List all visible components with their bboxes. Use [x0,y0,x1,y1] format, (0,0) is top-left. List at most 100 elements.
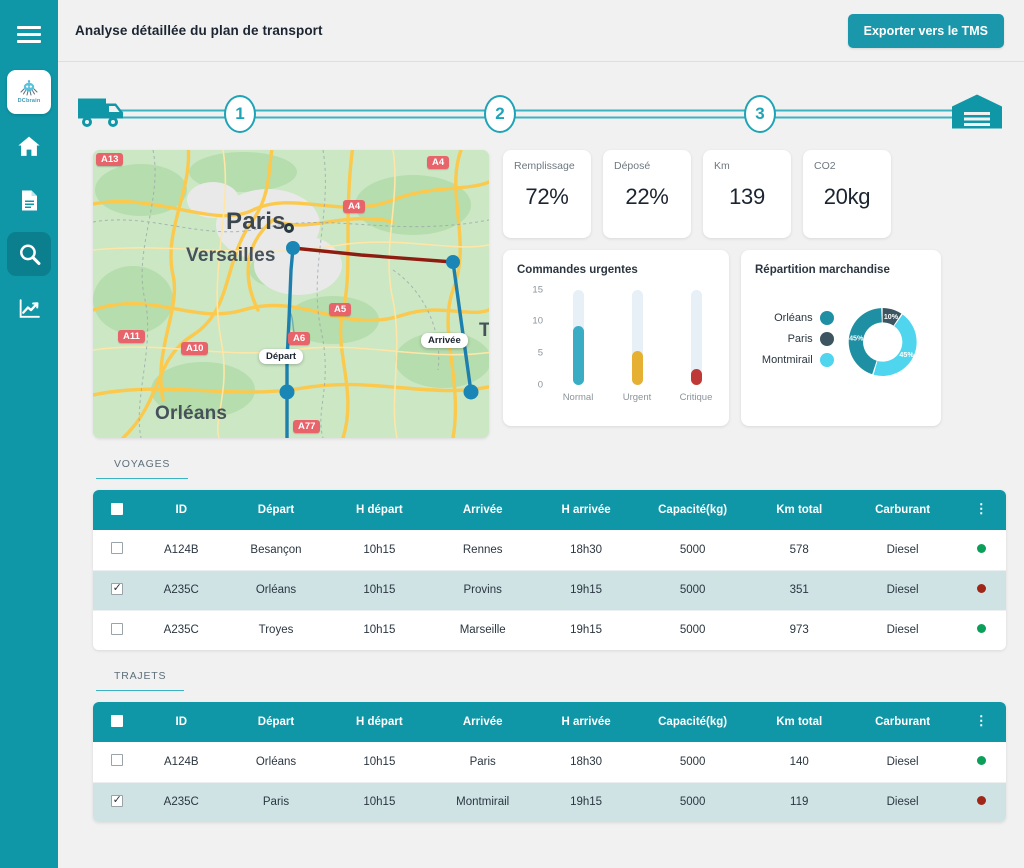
cell-id: A235C [140,609,223,650]
main-content: 1 2 3 Paris Versailles Orléans T A13 A4 … [58,62,1024,868]
cell-carburant: Diesel [848,742,957,782]
map-road-shield-a10: A10 [181,342,209,355]
sidebar-item-analytics[interactable] [7,286,51,330]
sidebar-item-search[interactable] [7,232,51,276]
cell-km-total: 140 [749,742,849,782]
column-header-km-total[interactable]: Km total [749,490,849,530]
table-row[interactable]: A235C Troyes 10h15 Marseille 19h15 5000 973 Die… [93,609,1006,650]
column-header-h-arrivee[interactable]: H arrivée [536,490,636,530]
trajets-table: ID Départ H départ Arrivée H arrivée Cap… [93,702,1006,822]
transport-stepper: 1 2 3 [58,78,1024,150]
cell-status [956,609,1006,650]
table-row[interactable]: A235COrléans10h15Provins19h155000351Dies… [93,569,1006,610]
table-row[interactable]: A124B Orléans 10h15 Paris 18h30 5000 140 Diesel [93,742,1006,782]
sidebar-item-home[interactable] [7,124,51,168]
dcbrain-logo[interactable]: DCbrain [7,70,51,114]
warehouse-icon [950,92,1004,137]
tab-voyages[interactable]: VOYAGES [96,452,189,479]
bar-label: Urgent [622,392,652,403]
column-header-capacite[interactable]: Capacité(kg) [635,490,750,530]
column-header-h-depart[interactable]: H départ [329,702,429,742]
status-indicator [976,543,986,553]
cell-capacite: 5000 [635,609,750,650]
select-all-header[interactable] [93,490,141,530]
row-checkbox[interactable] [110,581,123,595]
select-all-checkbox[interactable] [110,502,123,515]
cell-depart: Besançon [222,530,330,570]
truck-icon [76,93,132,136]
column-header-h-arrivee[interactable]: H arrivée [536,702,636,742]
table-row[interactable]: A124B Besançon 10h15 Rennes 18h30 5000 578 Dies… [93,530,1006,570]
sidebar-item-documents[interactable] [7,178,51,222]
cell-arrivee: Marseille [428,609,537,650]
export-to-tms-button[interactable]: Exporter vers le TMS [847,13,1004,48]
voyages-tab-strip: VOYAGES [58,438,1024,479]
bar-fill [691,368,702,385]
donut-slice [873,314,917,376]
row-checkbox[interactable] [110,754,123,767]
cell-capacite: 5000 [635,530,750,570]
row-select-cell[interactable] [93,569,141,610]
legend-color-swatch [819,310,834,325]
cell-h-depart: 10h15 [329,530,429,570]
column-header-carburant[interactable]: Carburant [848,490,957,530]
tab-trajets[interactable]: TRAJETS [96,664,185,691]
route-map[interactable]: Paris Versailles Orléans T A13 A4 A4 A11… [93,150,489,438]
table-options-menu[interactable]: ⋮ [956,702,1006,742]
row-checkbox[interactable] [110,542,123,555]
topbar: Analyse détaillée du plan de transport E… [58,0,1024,62]
select-all-header[interactable] [93,702,141,742]
chart-title: Répartition marchandise [755,264,890,276]
chart-line-icon [19,298,40,318]
column-header-id[interactable]: ID [140,490,223,530]
column-header-carburant[interactable]: Carburant [848,702,957,742]
select-all-checkbox[interactable] [110,714,123,727]
y-tick: 5 [537,347,543,359]
status-indicator [976,755,986,765]
map-road-shield-a4-1: A4 [427,156,450,169]
table-row[interactable]: A235CParis10h15Montmirail19h155000119Die… [93,781,1006,822]
table-options-menu[interactable]: ⋮ [956,490,1006,530]
column-header-arrivee[interactable]: Arrivée [428,702,537,742]
hamburger-icon [17,22,41,47]
cell-carburant: Diesel [848,609,957,650]
kpi-label: Remplissage [514,160,575,172]
column-header-h-depart[interactable]: H départ [329,490,429,530]
column-header-depart[interactable]: Départ [222,490,330,530]
row-select-cell[interactable] [93,609,141,650]
row-checkbox[interactable] [110,622,123,635]
donut-slice-label: 45% [849,334,864,342]
map-departure-label: Départ [259,349,304,364]
stepper-node-2[interactable]: 2 [484,95,516,133]
stepper-node-1[interactable]: 1 [224,95,256,133]
app-root: DCbrain Analyse détaillée du plan de tra… [0,0,1024,868]
row-select-cell[interactable] [93,742,141,782]
stepper-node-3[interactable]: 3 [744,95,776,133]
column-header-arrivee[interactable]: Arrivée [428,490,537,530]
hamburger-menu-button[interactable] [7,12,51,56]
map-road-shield-a77: A77 [293,420,321,433]
map-city-orleans: Orléans [155,403,228,424]
row-select-cell[interactable] [93,781,141,822]
map-road-shield-a11: A11 [118,330,145,343]
row-select-cell[interactable] [93,530,141,570]
cell-capacite: 5000 [635,742,750,782]
stepper-node-1-label: 1 [235,104,245,123]
donut-legend: Orléans Paris Montmirail [755,310,834,374]
cell-km-total: 351 [749,569,849,610]
metrics-column: Remplissage 72% Déposé 22% Km 139 CO2 20… [503,150,1006,438]
map-canvas [93,150,489,438]
cell-h-depart: 10h15 [329,569,429,610]
column-header-km-total[interactable]: Km total [749,702,849,742]
column-header-capacite[interactable]: Capacité(kg) [635,702,750,742]
cell-id: A124B [140,742,223,782]
cell-arrivee: Provins [428,569,537,610]
column-header-depart[interactable]: Départ [222,702,330,742]
trajets-tab-strip: TRAJETS [58,650,1024,691]
row-checkbox[interactable] [110,793,123,807]
column-header-id[interactable]: ID [140,702,223,742]
cell-h-depart: 10h15 [329,609,429,650]
brain-robot-icon [20,80,38,96]
kpi-value: 22% [625,184,669,209]
kpi-card-remplissage: Remplissage 72% [503,150,591,238]
